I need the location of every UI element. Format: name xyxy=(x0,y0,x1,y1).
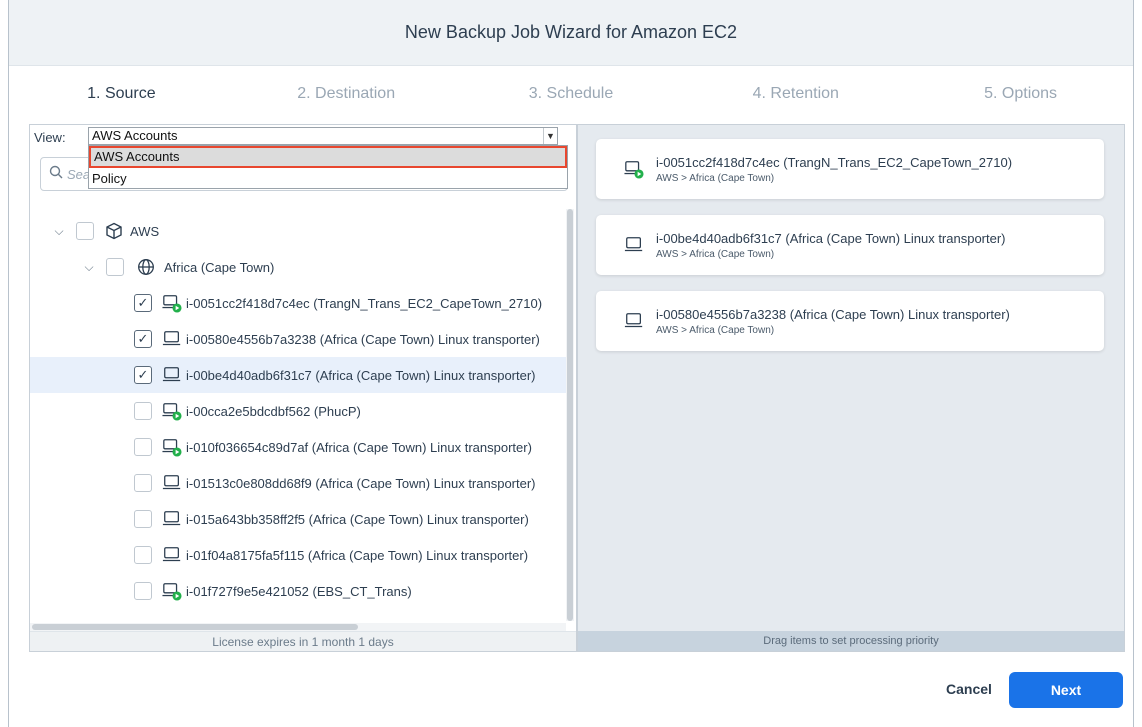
vm-icon xyxy=(624,235,644,255)
checkbox[interactable] xyxy=(134,474,152,492)
step-schedule[interactable]: 3. Schedule xyxy=(459,66,684,122)
checkbox[interactable] xyxy=(134,510,152,528)
vm-running-icon xyxy=(162,437,182,457)
step-source[interactable]: 1. Source xyxy=(9,66,234,122)
tree-node-label: i-00be4d40adb6f31c7 (Africa (Cape Town) … xyxy=(186,367,536,383)
selected-item-card[interactable]: i-0051cc2f418d7c4ec (TrangN_Trans_EC2_Ca… xyxy=(596,139,1104,199)
search-placeholder: Sea xyxy=(67,166,91,182)
wizard-title: New Backup Job Wizard for Amazon EC2 xyxy=(9,0,1133,66)
scrollbar-thumb[interactable] xyxy=(32,624,358,630)
tree-node-region[interactable]: ⌵ Africa (Cape Town) xyxy=(30,249,566,285)
wizard-steps: 1. Source 2. Destination 3. Schedule 4. … xyxy=(9,66,1133,122)
drag-priority-note: Drag items to set processing priority xyxy=(578,631,1124,651)
globe-icon xyxy=(136,257,156,277)
selected-item-title: i-0051cc2f418d7c4ec (TrangN_Trans_EC2_Ca… xyxy=(656,154,1013,170)
vm-icon xyxy=(624,311,644,331)
vm-icon xyxy=(162,509,182,529)
vm-icon xyxy=(162,473,182,493)
wizard-window: New Backup Job Wizard for Amazon EC2 1. … xyxy=(8,0,1134,727)
vm-icon xyxy=(162,365,182,385)
tree-node-instance[interactable]: i-01f04a8175fa5f115 (Africa (Cape Town) … xyxy=(30,537,566,573)
tree-node-label: i-01513c0e808dd68f9 (Africa (Cape Town) … xyxy=(186,475,536,491)
view-label: View: xyxy=(34,129,66,145)
selected-item-card[interactable]: i-00be4d40adb6f31c7 (Africa (Cape Town) … xyxy=(596,215,1104,275)
vm-running-icon xyxy=(162,293,182,313)
tree-node-label: i-00580e4556b7a3238 (Africa (Cape Town) … xyxy=(186,331,540,347)
checkbox[interactable] xyxy=(134,546,152,564)
checkbox[interactable] xyxy=(76,222,94,240)
horizontal-scrollbar[interactable] xyxy=(30,623,566,631)
checkbox[interactable] xyxy=(106,258,124,276)
cube-icon xyxy=(104,221,124,241)
vm-icon xyxy=(162,545,182,565)
tree-node-label: i-01f727f9e5e421052 (EBS_CT_Trans) xyxy=(186,583,412,599)
license-status: License expires in 1 month 1 days xyxy=(30,631,576,651)
tree-node-aws[interactable]: ⌵ AWS xyxy=(30,213,566,249)
checkbox[interactable]: ✓ xyxy=(134,294,152,312)
search-icon xyxy=(49,165,63,183)
tree-node-instance[interactable]: i-00cca2e5bdcdbf562 (PhucP) xyxy=(30,393,566,429)
selected-item-title: i-00580e4556b7a3238 (Africa (Cape Town) … xyxy=(656,306,1010,322)
chevron-down-icon[interactable]: ⌵ xyxy=(52,224,66,239)
step-options[interactable]: 5. Options xyxy=(908,66,1133,122)
inventory-tree: ⌵ AWS ⌵ Africa (Cape Town) ✓ i-0051cc2f4… xyxy=(30,209,566,629)
selected-items-panel: i-0051cc2f418d7c4ec (TrangN_Trans_EC2_Ca… xyxy=(577,124,1125,652)
view-option-aws-accounts[interactable]: AWS Accounts xyxy=(89,146,567,168)
selected-item-path: AWS > Africa (Cape Town) xyxy=(656,172,775,184)
tree-node-label: i-00cca2e5bdcdbf562 (PhucP) xyxy=(186,403,361,419)
view-select-value: AWS Accounts xyxy=(92,128,178,143)
tree-node-instance[interactable]: i-01513c0e808dd68f9 (Africa (Cape Town) … xyxy=(30,465,566,501)
tree-node-instance[interactable]: ✓ i-00580e4556b7a3238 (Africa (Cape Town… xyxy=(30,321,566,357)
tree-node-label: i-01f04a8175fa5f115 (Africa (Cape Town) … xyxy=(186,547,529,563)
view-option-policy[interactable]: Policy xyxy=(89,168,567,189)
wizard-footer: Cancel Next xyxy=(9,660,1133,727)
tree-node-instance[interactable]: i-010f036654c89d7af (Africa (Cape Town) … xyxy=(30,429,566,465)
view-select[interactable]: AWS Accounts ▼ xyxy=(88,127,558,145)
scrollbar-thumb[interactable] xyxy=(567,209,573,621)
tree-node-instance[interactable]: i-015a643bb358ff2f5 (Africa (Cape Town) … xyxy=(30,501,566,537)
tree-node-instance[interactable]: ✓ i-00be4d40adb6f31c7 (Africa (Cape Town… xyxy=(30,357,566,393)
source-panel: View: AWS Accounts ▼ AWS Accounts Policy… xyxy=(29,124,577,652)
checkbox[interactable] xyxy=(134,438,152,456)
chevron-down-icon[interactable]: ▼ xyxy=(543,128,557,144)
tree-node-label: Africa (Cape Town) xyxy=(164,259,275,275)
selected-item-card[interactable]: i-00580e4556b7a3238 (Africa (Cape Town) … xyxy=(596,291,1104,351)
tree-node-label: i-010f036654c89d7af (Africa (Cape Town) … xyxy=(186,439,532,455)
chevron-down-icon[interactable]: ⌵ xyxy=(82,260,96,275)
checkbox[interactable] xyxy=(134,582,152,600)
tree-node-label: i-0051cc2f418d7c4ec (TrangN_Trans_EC2_Ca… xyxy=(186,295,543,311)
vm-running-icon xyxy=(162,581,182,601)
tree-node-label: AWS xyxy=(130,223,160,239)
vm-icon xyxy=(162,329,182,349)
selected-item-title: i-00be4d40adb6f31c7 (Africa (Cape Town) … xyxy=(656,230,1006,246)
vertical-scrollbar[interactable] xyxy=(566,209,574,621)
step-retention[interactable]: 4. Retention xyxy=(683,66,908,122)
checkbox[interactable]: ✓ xyxy=(134,366,152,384)
checkbox[interactable] xyxy=(134,402,152,420)
tree-node-instance[interactable]: i-01f727f9e5e421052 (EBS_CT_Trans) xyxy=(30,573,566,609)
selected-item-path: AWS > Africa (Cape Town) xyxy=(656,324,775,336)
cancel-button[interactable]: Cancel xyxy=(929,674,1009,704)
checkbox[interactable]: ✓ xyxy=(134,330,152,348)
tree-node-label: i-015a643bb358ff2f5 (Africa (Cape Town) … xyxy=(186,511,529,527)
step-destination[interactable]: 2. Destination xyxy=(234,66,459,122)
vm-running-icon xyxy=(162,401,182,421)
view-dropdown-list: AWS Accounts Policy xyxy=(88,145,568,189)
selected-item-path: AWS > Africa (Cape Town) xyxy=(656,248,775,260)
vm-running-icon xyxy=(624,159,644,179)
tree-node-instance[interactable]: ✓ i-0051cc2f418d7c4ec (TrangN_Trans_EC2_… xyxy=(30,285,566,321)
next-button[interactable]: Next xyxy=(1009,672,1123,708)
